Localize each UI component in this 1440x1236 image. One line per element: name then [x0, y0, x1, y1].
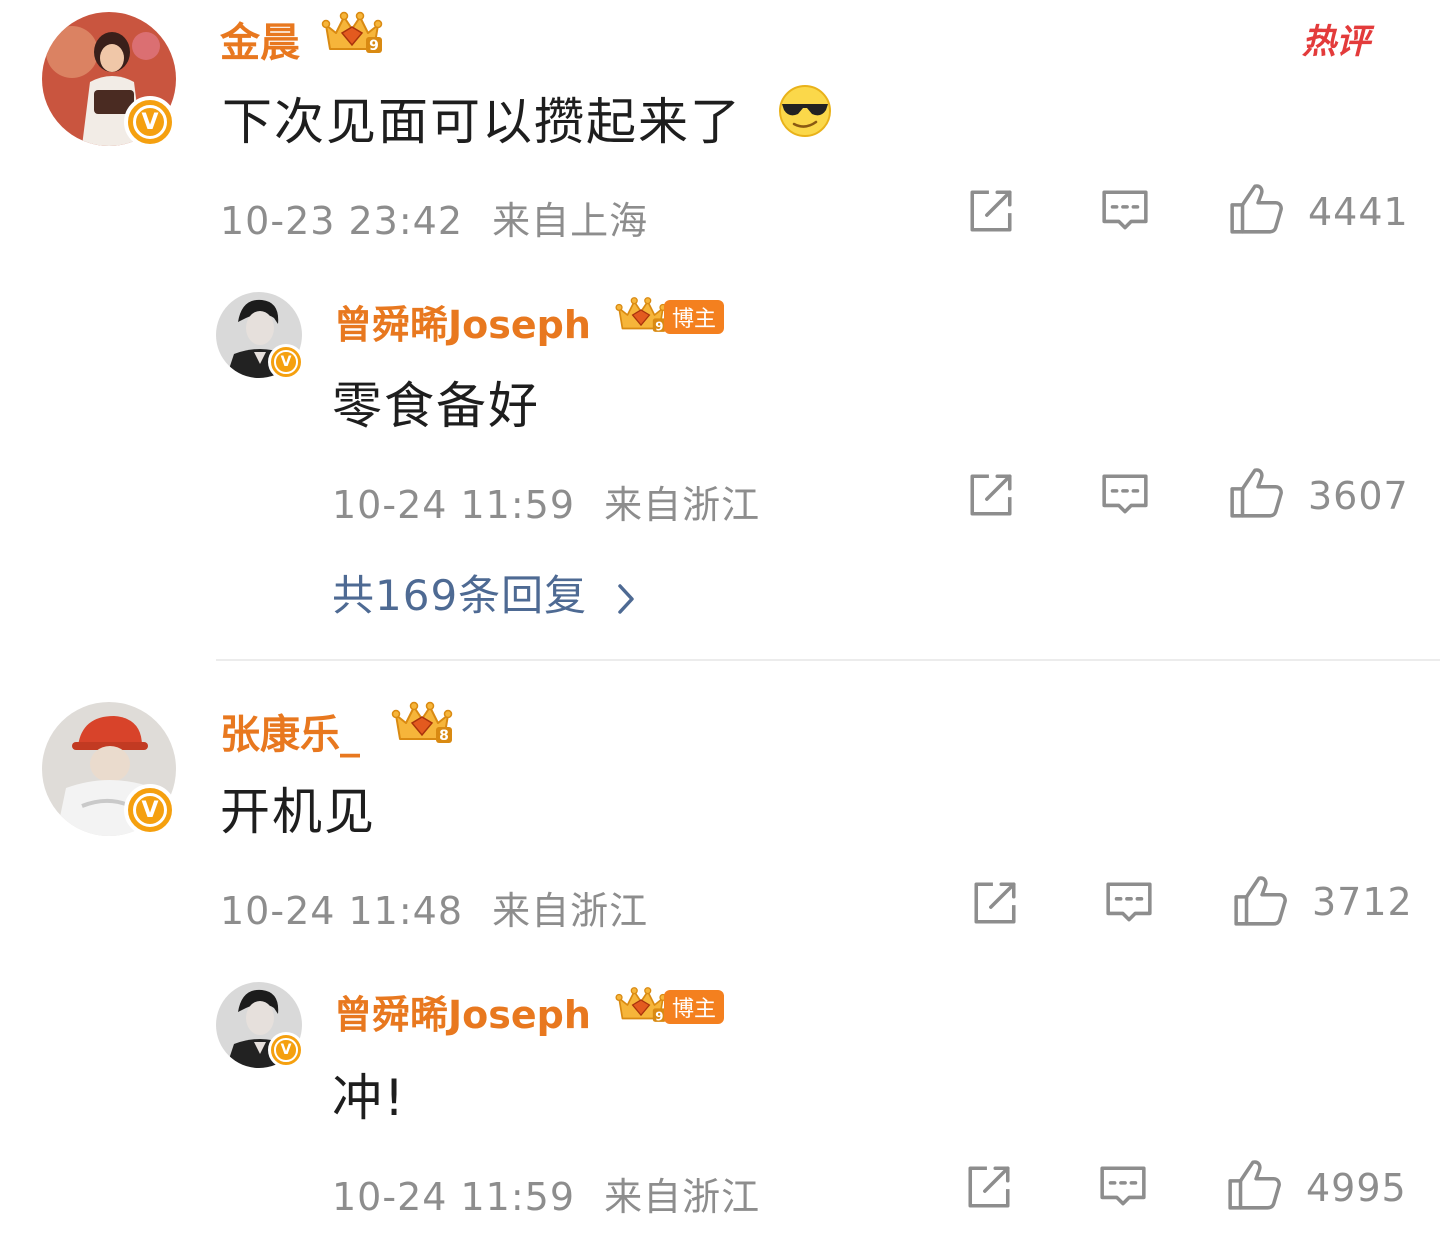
reply-time: 10-24 11:59: [332, 1175, 576, 1219]
comment-icon[interactable]: [1104, 878, 1154, 928]
like-icon[interactable]: [1228, 466, 1284, 520]
hot-comment-label: 热评: [1302, 22, 1370, 62]
comment-icon[interactable]: [1100, 470, 1150, 520]
view-all-replies-link[interactable]: 共169条回复: [332, 562, 636, 623]
reply-text: 零食备好: [332, 377, 540, 435]
reply-location: 来自浙江: [604, 483, 761, 527]
replies-count-label: 共169条回复: [332, 571, 588, 620]
share-icon[interactable]: [966, 186, 1016, 236]
reply-username[interactable]: 曾舜晞Joseph: [334, 294, 591, 349]
reply-text: 冲!: [332, 1069, 407, 1127]
comment-username[interactable]: 张康乐_: [220, 702, 360, 760]
like-count: 4995: [1306, 1166, 1407, 1210]
comment-meta: 10-23 23:42 来自上海: [220, 190, 648, 245]
level-crown-icon: 9: [614, 296, 668, 333]
sunglasses-emoji-icon: [779, 85, 831, 137]
level-crown-icon: 9: [614, 986, 668, 1023]
comment-text: 开机见: [220, 783, 376, 841]
reply-username[interactable]: 曾舜晞Joseph: [334, 984, 591, 1039]
svg-text:9: 9: [655, 1009, 663, 1023]
host-badge: 博主: [664, 300, 724, 334]
verified-badge-icon: V: [268, 1032, 304, 1068]
comment-icon[interactable]: [1100, 186, 1150, 236]
reply-meta: 10-24 11:59 来自浙江: [332, 474, 760, 529]
like-icon[interactable]: [1226, 1158, 1282, 1212]
level-number: 9: [369, 38, 379, 54]
chevron-right-icon: [617, 583, 634, 614]
share-icon[interactable]: [966, 470, 1016, 520]
share-icon[interactable]: [964, 1162, 1014, 1212]
verified-badge-icon: V: [124, 96, 176, 148]
verified-badge-icon: V: [268, 344, 304, 380]
comment-time: 10-24 11:48: [220, 889, 464, 933]
reply-meta: 10-24 11:59 来自浙江: [332, 1166, 760, 1221]
host-badge: 博主: [664, 990, 724, 1024]
svg-text:9: 9: [655, 319, 663, 333]
like-count: 3712: [1312, 880, 1413, 924]
comment-location: 来自浙江: [492, 889, 649, 933]
like-icon[interactable]: [1232, 874, 1288, 928]
share-icon[interactable]: [970, 878, 1020, 928]
verified-badge-icon: V: [124, 784, 176, 836]
comment-meta: 10-24 11:48 来自浙江: [220, 880, 648, 935]
level-number: 8: [439, 728, 449, 744]
comment-divider: [216, 659, 1440, 661]
like-count: 4441: [1308, 190, 1409, 234]
like-icon[interactable]: [1228, 182, 1284, 236]
comment-text: 下次见面可以攒起来了: [222, 93, 742, 151]
comment-icon[interactable]: [1098, 1162, 1148, 1212]
level-crown-icon: 8: [390, 700, 454, 744]
comment-time: 10-23 23:42: [220, 199, 464, 243]
comment-username[interactable]: 金晨: [220, 10, 300, 68]
reply-time: 10-24 11:59: [332, 483, 576, 527]
like-count: 3607: [1308, 474, 1409, 518]
reply-location: 来自浙江: [604, 1175, 761, 1219]
comment-location: 来自上海: [492, 199, 649, 243]
level-crown-icon: 9: [320, 10, 384, 54]
